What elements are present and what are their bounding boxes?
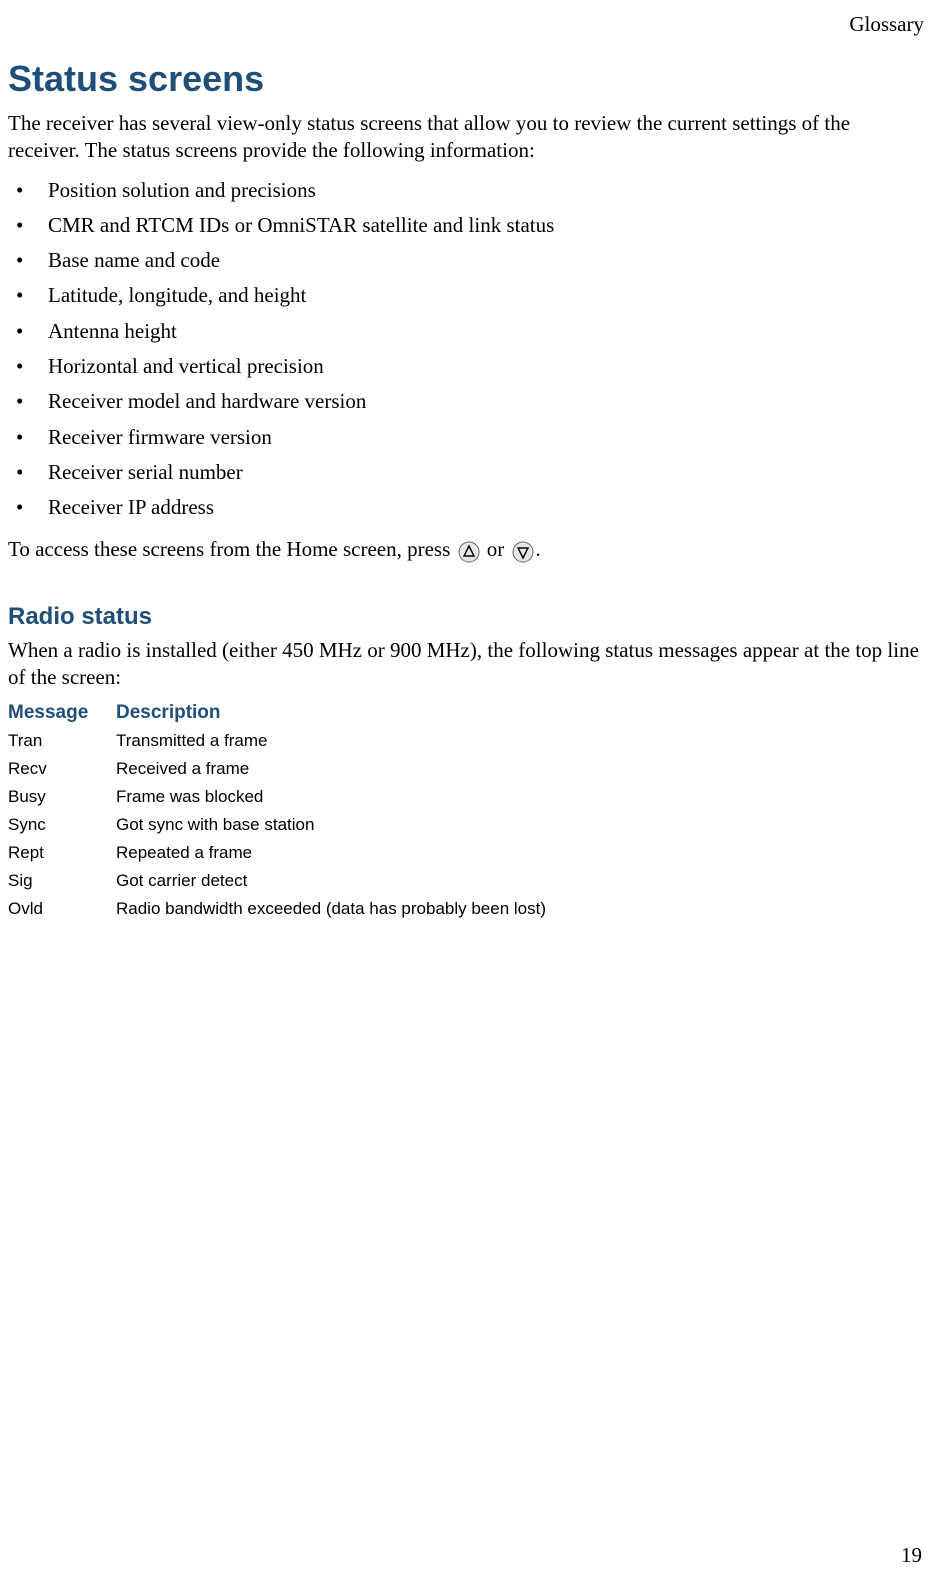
status-bullet-list: Position solution and precisions CMR and… [8, 173, 924, 526]
up-arrow-button-icon [458, 535, 480, 567]
access-text-suffix: . [536, 537, 541, 561]
down-arrow-button-icon [512, 535, 534, 567]
list-item: Receiver model and hardware version [8, 384, 924, 419]
list-item: Receiver IP address [8, 490, 924, 525]
table-cell-message: Ovld [8, 895, 116, 923]
table-header-message: Message [8, 699, 116, 727]
table-row: Rept Repeated a frame [8, 839, 566, 867]
page-title: Status screens [8, 58, 924, 100]
table-cell-message: Sig [8, 867, 116, 895]
access-instruction: To access these screens from the Home sc… [8, 534, 924, 567]
list-item: Latitude, longitude, and height [8, 278, 924, 313]
table-cell-description: Got carrier detect [116, 867, 566, 895]
list-item: Position solution and precisions [8, 173, 924, 208]
intro-paragraph: The receiver has several view-only statu… [8, 110, 924, 165]
table-header-description: Description [116, 699, 566, 727]
list-item: Base name and code [8, 243, 924, 278]
table-cell-description: Repeated a frame [116, 839, 566, 867]
table-row: Recv Received a frame [8, 755, 566, 783]
table-cell-description: Got sync with base station [116, 811, 566, 839]
header-section-label: Glossary [849, 12, 924, 37]
table-cell-message: Sync [8, 811, 116, 839]
table-cell-message: Rept [8, 839, 116, 867]
table-cell-message: Tran [8, 727, 116, 755]
radio-status-table: Message Description Tran Transmitted a f… [8, 699, 566, 923]
access-text-or: or [487, 537, 505, 561]
table-row: Sync Got sync with base station [8, 811, 566, 839]
list-item: Horizontal and vertical precision [8, 349, 924, 384]
list-item: Antenna height [8, 314, 924, 349]
access-text-prefix: To access these screens from the Home sc… [8, 537, 450, 561]
radio-status-heading: Radio status [8, 603, 924, 631]
table-cell-description: Received a frame [116, 755, 566, 783]
table-row: Busy Frame was blocked [8, 783, 566, 811]
table-cell-message: Recv [8, 755, 116, 783]
page-content: Status screens The receiver has several … [0, 0, 932, 923]
table-cell-description: Frame was blocked [116, 783, 566, 811]
table-cell-message: Busy [8, 783, 116, 811]
radio-intro-paragraph: When a radio is installed (either 450 MH… [8, 637, 924, 692]
table-row: Tran Transmitted a frame [8, 727, 566, 755]
table-cell-description: Transmitted a frame [116, 727, 566, 755]
list-item: Receiver serial number [8, 455, 924, 490]
list-item: Receiver firmware version [8, 420, 924, 455]
table-cell-description: Radio bandwidth exceeded (data has proba… [116, 895, 566, 923]
table-row: Ovld Radio bandwidth exceeded (data has … [8, 895, 566, 923]
page-number: 19 [901, 1543, 922, 1568]
table-row: Sig Got carrier detect [8, 867, 566, 895]
list-item: CMR and RTCM IDs or OmniSTAR satellite a… [8, 208, 924, 243]
